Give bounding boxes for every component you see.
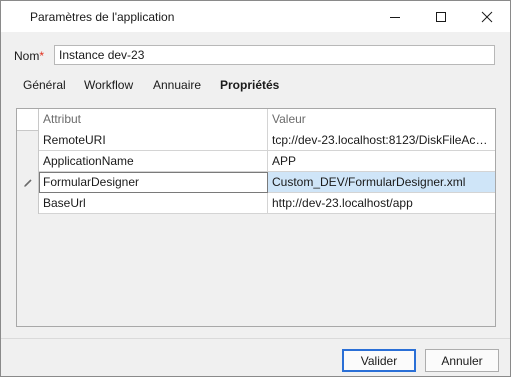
cell-attribut[interactable]: BaseUrl [39, 193, 268, 214]
cell-valeur[interactable]: tcp://dev-23.localhost:8123/DiskFileAcce… [268, 130, 495, 151]
tab-general[interactable]: Général [23, 78, 66, 92]
table-row[interactable]: ApplicationName APP [17, 151, 495, 172]
close-icon [481, 11, 493, 22]
tab-annuaire[interactable]: Annuaire [153, 78, 201, 92]
tab-proprietes[interactable]: Propriétés [220, 78, 279, 92]
minimize-icon [390, 16, 400, 18]
minimize-button[interactable] [372, 1, 418, 32]
table-row-selected[interactable]: FormularDesigner Custom_DEV/FormularDesi… [17, 172, 495, 193]
dialog-window: Paramètres de l'application Nom* Général… [0, 0, 511, 377]
cell-attribut[interactable]: RemoteURI [39, 130, 268, 151]
cell-valeur[interactable]: APP [268, 151, 495, 172]
maximize-button[interactable] [418, 1, 464, 32]
tab-workflow[interactable]: Workflow [84, 78, 133, 92]
window-title: Paramètres de l'application [30, 10, 175, 24]
cancel-button[interactable]: Annuler [425, 349, 499, 372]
pencil-icon [23, 178, 32, 187]
row-indicator[interactable] [17, 193, 39, 214]
maximize-icon [436, 11, 446, 22]
name-label-text: Nom [14, 49, 40, 63]
close-button[interactable] [464, 1, 510, 32]
validate-button[interactable]: Valider [342, 349, 416, 372]
column-header-valeur[interactable]: Valeur [268, 109, 495, 130]
column-header-attribut[interactable]: Attribut [39, 109, 268, 130]
required-marker: * [39, 49, 45, 63]
row-indicator[interactable] [17, 172, 39, 193]
cell-attribut[interactable]: FormularDesigner [39, 172, 268, 193]
name-label: Nom* [14, 49, 44, 63]
title-bar[interactable]: Paramètres de l'application [1, 1, 510, 32]
properties-grid: Attribut Valeur RemoteURI tcp://dev-23.l… [16, 108, 496, 327]
table-row[interactable]: RemoteURI tcp://dev-23.localhost:8123/Di… [17, 130, 495, 151]
footer-divider [1, 338, 510, 339]
row-indicator-header [17, 109, 39, 130]
cell-valeur[interactable]: Custom_DEV/FormularDesigner.xml [268, 172, 495, 193]
cell-attribut[interactable]: ApplicationName [39, 151, 268, 172]
name-input[interactable] [54, 45, 495, 65]
cell-valeur[interactable]: http://dev-23.localhost/app [268, 193, 495, 214]
row-indicator[interactable] [17, 130, 39, 151]
row-indicator[interactable] [17, 151, 39, 172]
table-row[interactable]: BaseUrl http://dev-23.localhost/app [17, 193, 495, 214]
grid-header: Attribut Valeur [17, 109, 495, 131]
